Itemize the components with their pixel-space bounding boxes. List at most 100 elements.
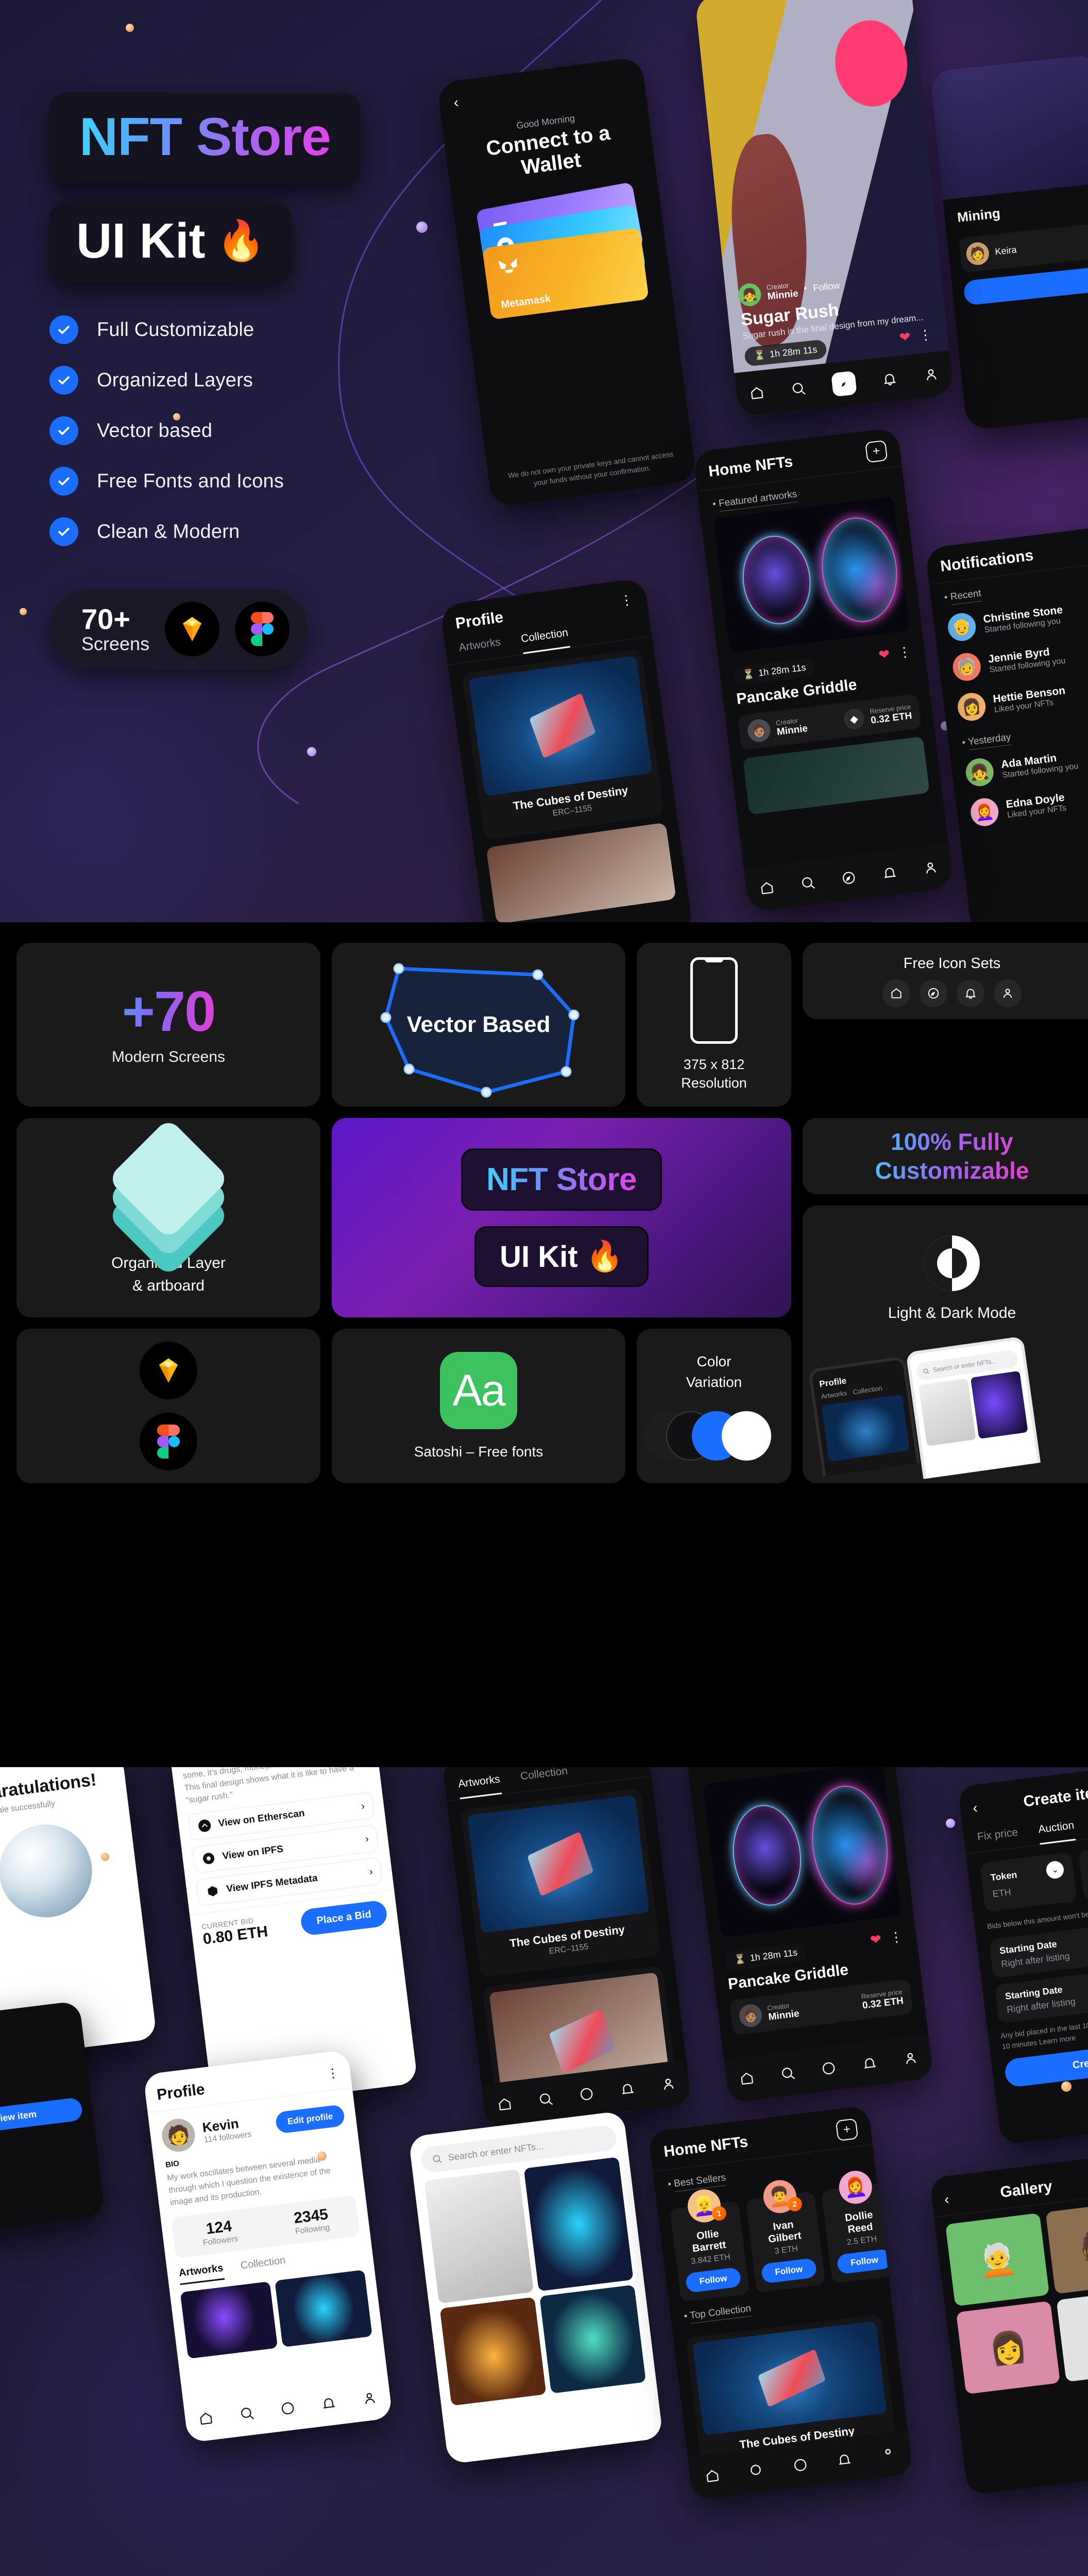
search-icon[interactable] bbox=[790, 380, 807, 397]
back-icon[interactable]: ‹ bbox=[943, 2191, 950, 2208]
nft-thumbnail[interactable] bbox=[523, 2157, 634, 2292]
bell-icon[interactable] bbox=[957, 979, 984, 1007]
minimum-bid-field[interactable]: Minimum bid Enter minimum bid bbox=[1078, 1839, 1088, 1900]
chevron-down-icon[interactable]: ⌄ bbox=[1045, 1860, 1065, 1880]
hourglass-icon: ⏳ bbox=[742, 668, 755, 681]
decorative-orb bbox=[20, 608, 27, 615]
home-icon[interactable] bbox=[738, 2070, 755, 2087]
tab-artworks[interactable]: Artworks bbox=[456, 1767, 502, 1800]
person-icon[interactable] bbox=[660, 2075, 677, 2092]
home-icon[interactable] bbox=[197, 2410, 214, 2427]
metamask-icon bbox=[498, 258, 517, 273]
search-icon[interactable] bbox=[748, 2462, 765, 2479]
person-icon[interactable] bbox=[902, 2049, 919, 2066]
nft-thumbnail[interactable] bbox=[539, 2284, 646, 2394]
compass-icon[interactable] bbox=[840, 869, 857, 886]
edit-profile-button[interactable]: Edit profile bbox=[275, 2104, 346, 2134]
compass-icon[interactable] bbox=[279, 2400, 296, 2417]
home-icon[interactable] bbox=[758, 879, 775, 896]
tab-artworks[interactable]: Artworks bbox=[457, 629, 503, 663]
search-icon[interactable] bbox=[779, 2065, 796, 2082]
swatch-white[interactable] bbox=[722, 1411, 771, 1461]
home-icon[interactable] bbox=[749, 384, 766, 401]
gallery-tile[interactable]: 🖼 bbox=[1056, 2289, 1088, 2382]
gallery-tile[interactable]: 🧑‍🦳 bbox=[945, 2213, 1050, 2307]
heart-icon[interactable]: ❤ bbox=[898, 329, 911, 346]
person-icon[interactable] bbox=[880, 2446, 897, 2463]
bell-icon[interactable] bbox=[836, 2451, 853, 2468]
nft-thumbnail[interactable] bbox=[439, 2297, 547, 2406]
gallery-tile[interactable]: 🧔 bbox=[1045, 2200, 1088, 2294]
card-design-tools bbox=[16, 1329, 320, 1483]
back-icon[interactable]: ‹ bbox=[453, 72, 631, 111]
nft-thumbnail[interactable] bbox=[424, 2169, 534, 2304]
nft-thumbnail[interactable] bbox=[970, 1370, 1028, 1439]
screens-count: +70 bbox=[122, 980, 216, 1043]
seller-card[interactable]: 👩‍🦰 Dollie Reed 2.5 ETH Follow bbox=[821, 2168, 901, 2284]
home-icon[interactable] bbox=[496, 2095, 513, 2112]
kebab-icon[interactable]: ⋮ bbox=[619, 591, 634, 608]
avatar: 🧓 bbox=[951, 651, 982, 683]
heart-icon[interactable]: ❤ bbox=[869, 1931, 882, 1948]
nft-thumbnail[interactable] bbox=[918, 1378, 976, 1447]
follow-button[interactable]: Follow bbox=[760, 2258, 818, 2284]
tab-fix-price[interactable]: Fix price bbox=[976, 1819, 1019, 1852]
sketch-badge[interactable] bbox=[165, 602, 220, 656]
kebab-icon[interactable]: ⋮ bbox=[326, 2066, 340, 2081]
kebab-icon[interactable]: ⋮ bbox=[918, 327, 933, 344]
figma-badge[interactable] bbox=[235, 602, 290, 656]
nft-card[interactable]: The Cubes of Destiny ERC–1155 bbox=[460, 1788, 661, 1977]
bell-icon[interactable] bbox=[320, 2395, 337, 2412]
nft-thumbnail[interactable] bbox=[275, 2269, 372, 2347]
nft-thumbnail[interactable] bbox=[180, 2281, 278, 2359]
home-icon[interactable] bbox=[882, 979, 910, 1007]
view-item-button[interactable]: View item bbox=[0, 2097, 83, 2137]
list-item[interactable]: 🧑 Keira bbox=[958, 223, 1088, 273]
compass-icon[interactable] bbox=[920, 979, 947, 1007]
compass-icon[interactable] bbox=[820, 2060, 837, 2077]
follow-button[interactable]: Follow bbox=[685, 2267, 742, 2293]
decorative-orb bbox=[946, 1819, 955, 1828]
person-icon[interactable] bbox=[923, 366, 940, 383]
kebab-icon[interactable]: ⋮ bbox=[621, 1767, 638, 1779]
home-icon[interactable] bbox=[704, 2467, 721, 2484]
tab-auction[interactable]: Auction bbox=[1036, 1812, 1076, 1845]
follow-button[interactable]: Follow bbox=[836, 2248, 893, 2275]
seller-card[interactable]: 🧑‍🦱 2 Ivan Gilbert 3 ETH Follow bbox=[745, 2178, 825, 2293]
tab-artworks[interactable]: Artworks bbox=[821, 1389, 847, 1400]
back-icon[interactable]: ‹ bbox=[972, 1800, 978, 1817]
search-icon[interactable] bbox=[239, 2405, 256, 2422]
search-icon[interactable] bbox=[537, 2091, 554, 2108]
compass-icon[interactable] bbox=[831, 370, 857, 397]
tab-collection[interactable]: Collection bbox=[519, 1767, 569, 1791]
kebab-icon[interactable]: ⋮ bbox=[897, 643, 912, 660]
bell-icon[interactable] bbox=[861, 2055, 878, 2072]
kit-title-badge: UI Kit 🔥 bbox=[49, 202, 293, 283]
heart-icon[interactable]: ❤ bbox=[878, 646, 891, 663]
figma-badge[interactable] bbox=[140, 1412, 197, 1470]
bell-icon[interactable] bbox=[881, 865, 898, 882]
primary-button[interactable] bbox=[963, 265, 1088, 306]
follow-button[interactable]: Follow bbox=[812, 280, 840, 293]
seller-card[interactable]: 👱‍♀️ 1 Ollie Barrett 3.842 ETH Follow bbox=[670, 2187, 750, 2302]
bell-icon[interactable] bbox=[619, 2080, 636, 2097]
add-icon[interactable]: + bbox=[864, 439, 888, 463]
place-bid-button[interactable]: Place a Bid bbox=[299, 1900, 388, 1937]
search-icon[interactable] bbox=[799, 874, 816, 891]
half-circle-icon bbox=[924, 1235, 980, 1291]
phone-icon bbox=[690, 957, 738, 1044]
tab-collection[interactable]: Collection bbox=[519, 619, 570, 654]
compass-icon[interactable] bbox=[578, 2086, 595, 2103]
person-icon[interactable] bbox=[922, 859, 939, 876]
kebab-icon[interactable]: ⋮ bbox=[889, 1929, 904, 1946]
person-icon[interactable] bbox=[994, 979, 1022, 1007]
person-icon[interactable] bbox=[361, 2389, 378, 2406]
sketch-badge[interactable] bbox=[140, 1342, 197, 1400]
bell-icon[interactable] bbox=[881, 370, 898, 387]
tab-collection[interactable]: Collection bbox=[853, 1384, 883, 1396]
nft-card[interactable]: The Cubes of Destiny ERC–1155 bbox=[461, 648, 665, 841]
gallery-tile[interactable]: 👩 bbox=[956, 2301, 1061, 2395]
compass-icon[interactable] bbox=[792, 2456, 809, 2473]
add-icon[interactable]: + bbox=[835, 2118, 859, 2142]
token-field[interactable]: Token ⌄ ETH bbox=[979, 1852, 1077, 1912]
